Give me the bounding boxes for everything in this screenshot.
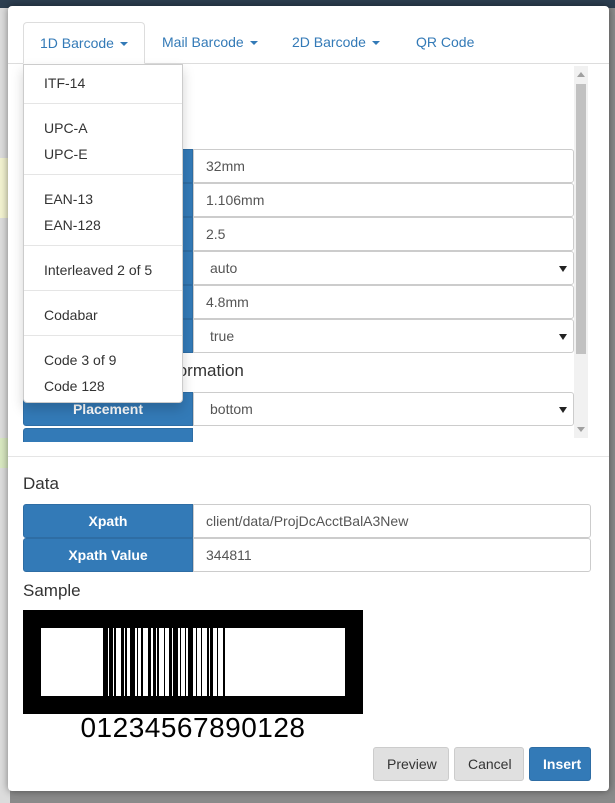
1d-barcode-type-menu: ITF-14 UPC-A UPC-E EAN-13 EAN-128 Interleaved…	[23, 64, 183, 403]
menu-divider	[24, 290, 182, 291]
chevron-down-icon	[119, 42, 128, 47]
scroll-up-arrow-icon[interactable]	[577, 72, 585, 77]
setting-input[interactable]: 4.8mm	[193, 285, 574, 319]
menu-item-interleaved-2-of-5[interactable]: Interleaved 2 of 5	[24, 257, 182, 283]
tab-label: 1D Barcode	[40, 35, 114, 51]
barcode-bar	[136, 628, 139, 696]
barcode-bar	[223, 628, 225, 696]
xpath-value-input[interactable]: 344811	[193, 538, 591, 572]
scroll-down-arrow-icon[interactable]	[577, 427, 585, 432]
menu-item-itf-14[interactable]: ITF-14	[24, 70, 182, 96]
barcode-bar	[210, 628, 214, 696]
barcode-bar	[207, 628, 209, 696]
barcode-bars	[103, 628, 299, 696]
barcode-bar	[109, 628, 113, 696]
insert-button[interactable]: Insert	[529, 747, 591, 781]
setting-input[interactable]: 2.5	[193, 217, 574, 251]
section-divider	[8, 456, 609, 457]
tab-mail-barcode[interactable]: Mail Barcode	[146, 22, 274, 64]
barcode-bar	[152, 628, 156, 696]
xpath-value-row: Xpath Value 344811	[23, 538, 591, 572]
xpath-input[interactable]: client/data/ProjDcAcctBalA3New	[193, 504, 591, 538]
barcode-bar	[179, 628, 182, 696]
chevron-down-icon	[371, 41, 380, 46]
barcode-bar	[103, 628, 108, 696]
human-readable-section-title: formation	[173, 361, 244, 380]
barcode-bar	[141, 628, 143, 696]
menu-item-code-128[interactable]: Code 128	[24, 373, 182, 399]
setting-select[interactable]: true	[193, 319, 574, 353]
cancel-button[interactable]: Cancel	[454, 747, 524, 781]
barcode-type-tabs: 1D Barcode Mail Barcode 2D Barcode QR Co…	[8, 6, 609, 64]
tab-1d-barcode[interactable]: 1D Barcode	[23, 22, 145, 64]
barcode-bar	[120, 628, 124, 696]
barcode-human-readable-text: 01234567890128	[80, 712, 306, 743]
sample-section-title: Sample	[23, 581, 81, 600]
setting-row-partial	[23, 428, 193, 442]
setting-label	[23, 428, 193, 442]
menu-item-codabar[interactable]: Codabar	[24, 302, 182, 328]
barcode-sample-image	[23, 610, 363, 714]
setting-input[interactable]: 32mm	[193, 149, 574, 183]
menu-item-ean-13[interactable]: EAN-13	[24, 186, 182, 212]
placement-select[interactable]: bottom	[193, 392, 574, 426]
barcode-bar	[173, 628, 179, 696]
barcode-bar	[195, 628, 198, 696]
menu-item-upc-e[interactable]: UPC-E	[24, 141, 182, 167]
menu-item-ean-128[interactable]: EAN-128	[24, 212, 182, 238]
barcode-bar	[184, 628, 187, 696]
tab-label: 2D Barcode	[292, 34, 366, 50]
menu-divider	[24, 174, 182, 175]
barcode-bar	[125, 628, 127, 696]
setting-select[interactable]: auto	[193, 251, 574, 285]
barcode-bar	[163, 628, 166, 696]
scrollbar-thumb[interactable]	[576, 84, 586, 354]
data-section-title: Data	[23, 474, 59, 493]
tab-label: Mail Barcode	[162, 34, 244, 50]
menu-divider	[24, 245, 182, 246]
tab-2d-barcode[interactable]: 2D Barcode	[276, 22, 396, 64]
menu-divider	[24, 335, 182, 336]
xpath-value-label: Xpath Value	[23, 538, 193, 572]
barcode-bar	[157, 628, 159, 696]
barcode-bar	[147, 628, 151, 696]
menu-divider	[24, 103, 182, 104]
tab-label: QR Code	[416, 34, 475, 50]
barcode-bar	[168, 628, 172, 696]
menu-item-upc-a[interactable]: UPC-A	[24, 115, 182, 141]
xpath-row: Xpath client/data/ProjDcAcctBalA3New	[23, 504, 591, 538]
setting-input[interactable]: 1.106mm	[193, 183, 574, 217]
barcode-bar	[130, 628, 135, 696]
chevron-down-icon	[249, 41, 258, 46]
barcode-bar	[216, 628, 219, 696]
xpath-label: Xpath	[23, 504, 193, 538]
tab-qr-code[interactable]: QR Code	[400, 22, 490, 64]
barcode-bar	[114, 628, 116, 696]
barcode-bar	[200, 628, 203, 696]
barcode-bar	[187, 628, 193, 696]
menu-item-code-3-of-9[interactable]: Code 3 of 9	[24, 347, 182, 373]
settings-scrollbar[interactable]	[574, 66, 588, 438]
preview-button[interactable]: Preview	[373, 747, 449, 781]
